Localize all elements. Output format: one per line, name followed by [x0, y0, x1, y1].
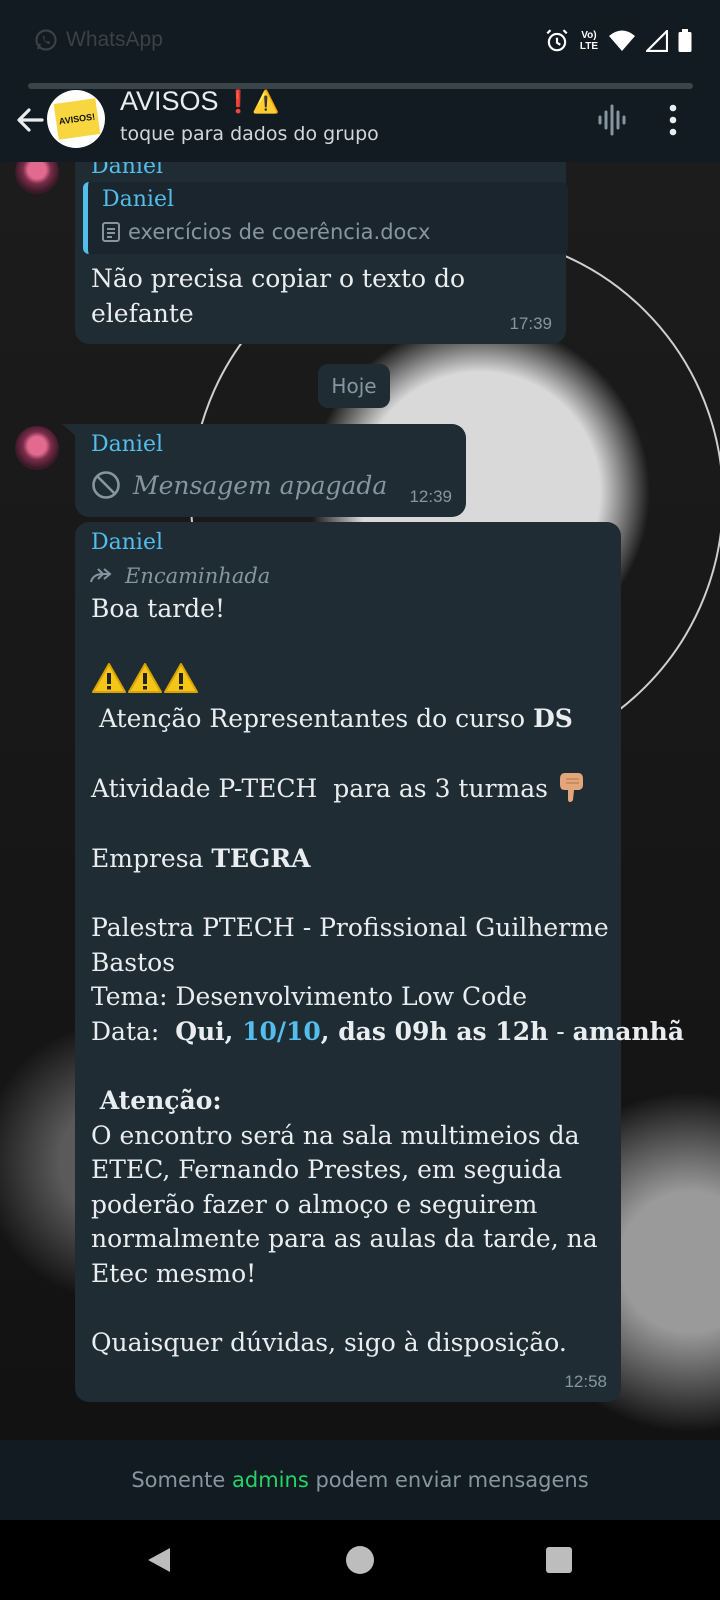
system-nav-bar — [0, 1520, 720, 1600]
reply-quote[interactable]: Daniel exercícios de coerência.docx — [83, 182, 568, 254]
message-sender[interactable]: Daniel — [91, 530, 163, 555]
group-title[interactable]: AVISOS ❗⚠️ — [120, 86, 279, 117]
message-body: Boa tarde! Atenção Representantes do cur… — [91, 592, 685, 1361]
message-bubble[interactable]: Daniel Daniel exercícios de coerência.do… — [75, 162, 568, 344]
warning-emojis — [91, 662, 611, 702]
sender-avatar[interactable] — [15, 426, 59, 470]
day-divider: Hoje — [318, 364, 390, 408]
admins-link[interactable]: admins — [232, 1468, 309, 1492]
more-options-icon[interactable] — [668, 102, 678, 138]
forward-arrow-icon — [90, 568, 112, 583]
avatar-sticky-note: AVISOS! — [53, 98, 101, 140]
message-time: 12:39 — [409, 487, 452, 506]
volte-lte-icon: Vo) LTE — [579, 30, 598, 52]
status-app-label: WhatsApp — [66, 28, 163, 51]
activity-line: Atividade P-TECH para as 3 turmas — [91, 771, 611, 807]
pointing-down-hand-icon — [559, 773, 583, 802]
status-icons: Vo) LTE — [544, 28, 692, 54]
reply-sender: Daniel — [102, 187, 175, 212]
deleted-message: Mensagem apagada — [91, 470, 387, 500]
message-sender[interactable]: Daniel — [91, 432, 163, 457]
group-title-emojis: ❗⚠️ — [224, 88, 280, 114]
forwarded-indicator: Encaminhada — [89, 564, 270, 588]
forwarded-label: Encaminhada — [125, 564, 271, 588]
forwarded-message-bubble[interactable]: Daniel Encaminhada Boa tarde! Atenção Re… — [75, 522, 685, 1402]
battery-icon — [678, 29, 692, 52]
date-link[interactable]: 10/10 — [242, 1017, 321, 1046]
chat-area[interactable]: Daniel Daniel exercícios de coerência.do… — [0, 162, 720, 1440]
nav-recents-icon[interactable] — [546, 1547, 572, 1573]
message-sender[interactable]: Daniel — [91, 162, 163, 179]
chat-header[interactable]: AVISOS! AVISOS ❗⚠️ toque para dados do g… — [0, 80, 720, 162]
warning-icon — [128, 662, 162, 693]
wifi-icon — [609, 30, 635, 51]
message-text: Não precisa copiar o texto do elefante — [91, 264, 466, 328]
topic-line: Tema: Desenvolvimento Low Code — [91, 982, 527, 1011]
status-app-notification: WhatsApp — [34, 28, 163, 52]
admin-only-notice: Somente admins podem enviar mensagens — [0, 1440, 720, 1520]
message-time: 17:39 — [509, 314, 552, 333]
prohibited-icon — [92, 471, 120, 499]
course-name: DS — [533, 703, 573, 733]
company-name: TEGRA — [211, 843, 311, 873]
warning-icon — [92, 662, 126, 693]
voice-chat-icon[interactable] — [596, 102, 632, 138]
deleted-message-bubble[interactable]: Daniel Mensagem apagada 12:39 — [75, 424, 466, 517]
whatsapp-icon — [35, 29, 57, 51]
reply-attachment: exercícios de coerência.docx — [102, 220, 430, 244]
greeting-line: Boa tarde! — [91, 594, 226, 623]
message-time: 12:58 — [564, 1372, 607, 1391]
document-icon — [102, 222, 120, 242]
cell-signal-icon — [646, 30, 668, 52]
attention-line: Atenção Representantes do curso DS — [91, 703, 573, 733]
group-name: AVISOS — [120, 86, 219, 116]
notice-title: Atenção: — [91, 1086, 222, 1115]
closing-line: Quaisquer dúvidas, sigo à disposição. — [91, 1328, 567, 1357]
nav-back-icon[interactable] — [144, 1545, 174, 1575]
group-avatar[interactable]: AVISOS! — [47, 90, 105, 148]
loading-bar — [28, 83, 693, 89]
nav-home-icon[interactable] — [345, 1545, 375, 1575]
deleted-message-text: Mensagem apagada — [133, 470, 388, 500]
notice-body: O encontro será na sala multimeios da ET… — [91, 1120, 598, 1288]
warning-icon — [164, 662, 198, 693]
reply-attachment-name: exercícios de coerência.docx — [128, 220, 431, 244]
back-arrow-icon[interactable] — [12, 102, 48, 138]
status-bar: WhatsApp Vo) LTE — [0, 0, 720, 80]
date-line: Data: Qui, 10/10, das 09h as 12h - amanh… — [91, 1016, 685, 1046]
alarm-icon — [546, 29, 568, 52]
sender-avatar[interactable] — [15, 162, 59, 194]
group-subtitle[interactable]: toque para dados do grupo — [120, 123, 379, 145]
company-line: Empresa TEGRA — [91, 843, 311, 873]
talk-line: Palestra PTECH - Profissional Guilherme … — [91, 913, 609, 977]
